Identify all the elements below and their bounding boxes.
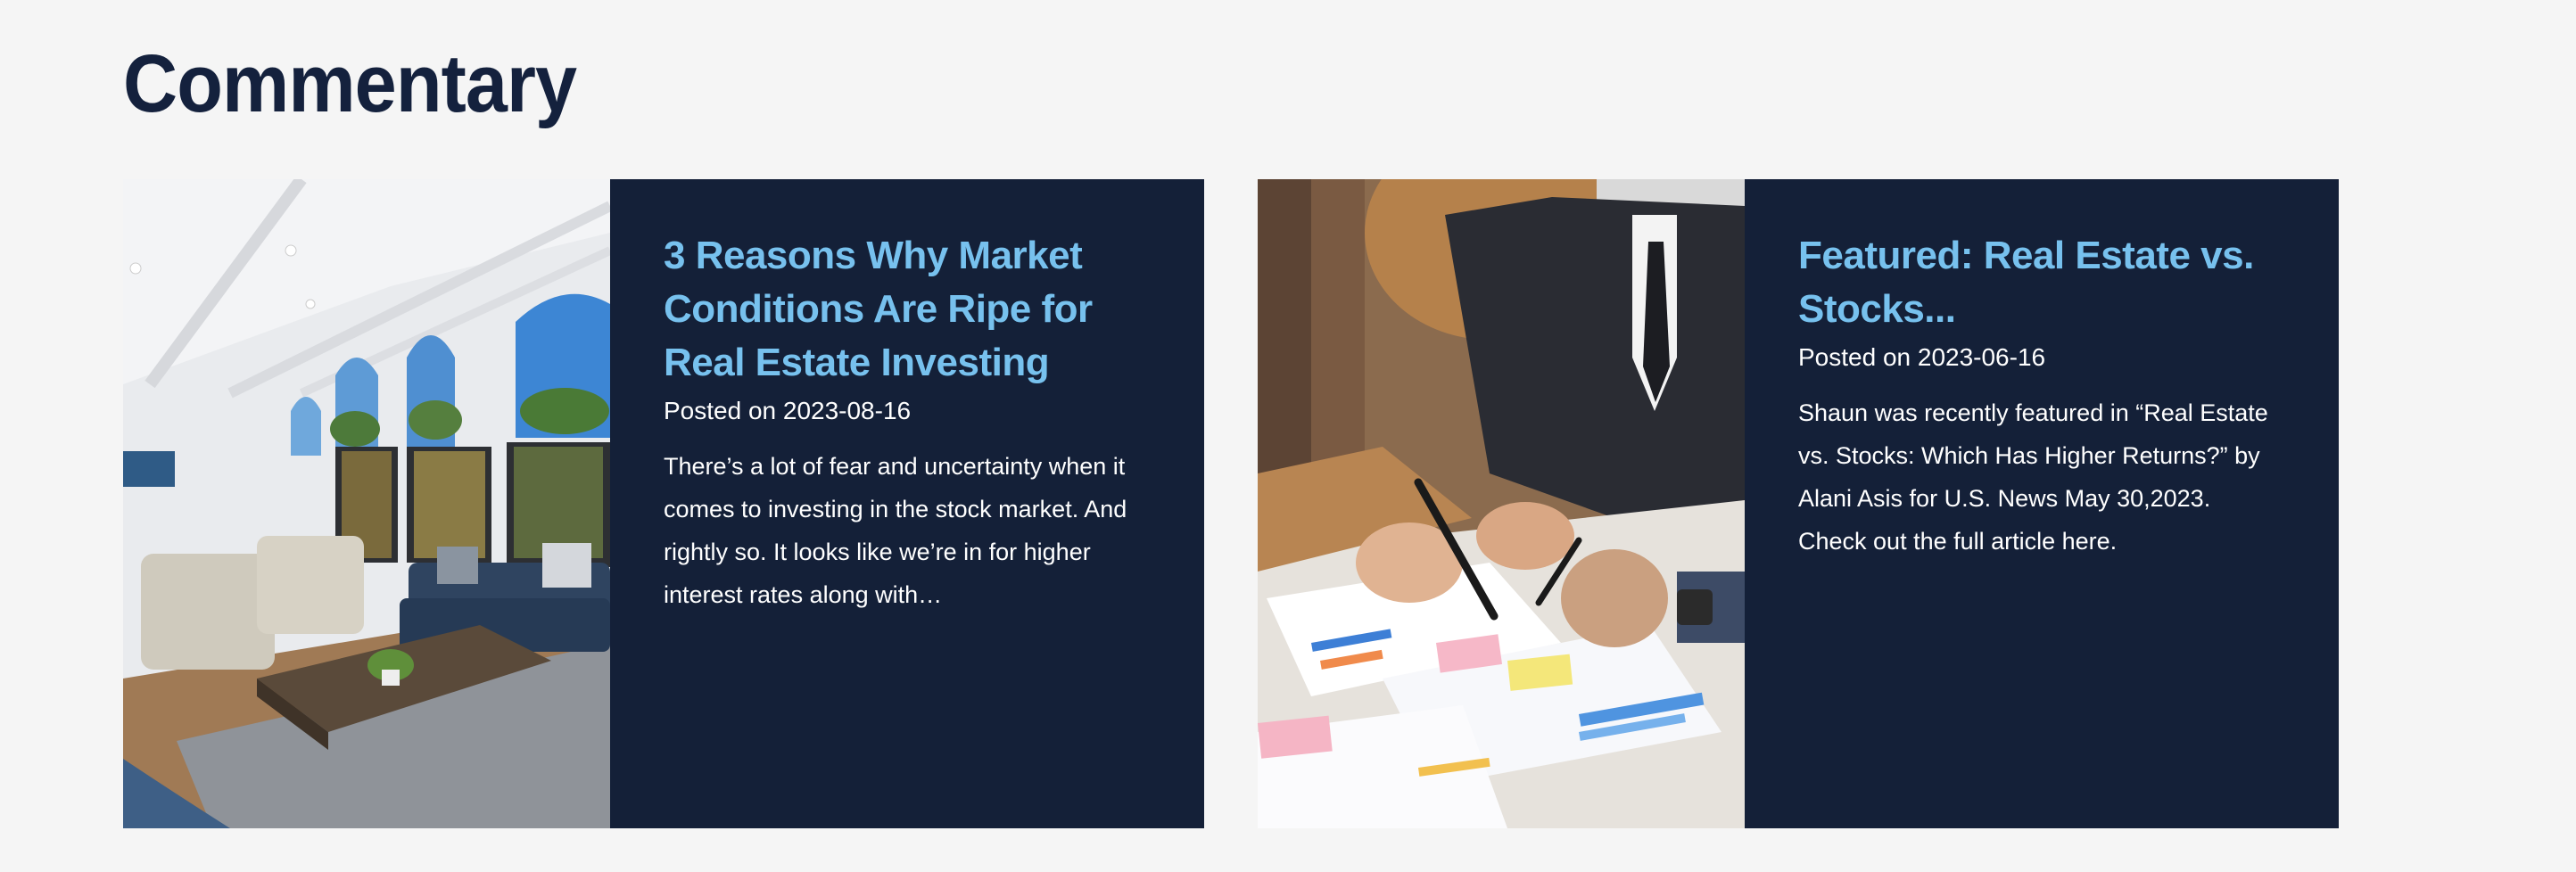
- living-room-image: [123, 179, 610, 828]
- post-title-link[interactable]: Featured: Real Estate vs. Stocks...: [1798, 229, 2285, 336]
- post-image[interactable]: [123, 179, 610, 828]
- post-card[interactable]: Featured: Real Estate vs. Stocks... Post…: [1258, 179, 2339, 828]
- post-content: Featured: Real Estate vs. Stocks... Post…: [1745, 179, 2339, 828]
- post-image[interactable]: [1258, 179, 1745, 828]
- post-excerpt: Shaun was recently featured in “Real Est…: [1798, 399, 2268, 555]
- post-card[interactable]: 3 Reasons Why Market Conditions Are Ripe…: [123, 179, 1204, 828]
- business-meeting-image: [1258, 179, 1745, 828]
- post-content: 3 Reasons Why Market Conditions Are Ripe…: [610, 179, 1204, 828]
- post-excerpt: There’s a lot of fear and uncertainty wh…: [664, 453, 1127, 608]
- post-date: Posted on 2023-06-16: [1798, 343, 2046, 371]
- post-date: Posted on 2023-08-16: [664, 397, 912, 424]
- section-title: Commentary: [123, 38, 577, 129]
- post-title-link[interactable]: 3 Reasons Why Market Conditions Are Ripe…: [664, 229, 1151, 390]
